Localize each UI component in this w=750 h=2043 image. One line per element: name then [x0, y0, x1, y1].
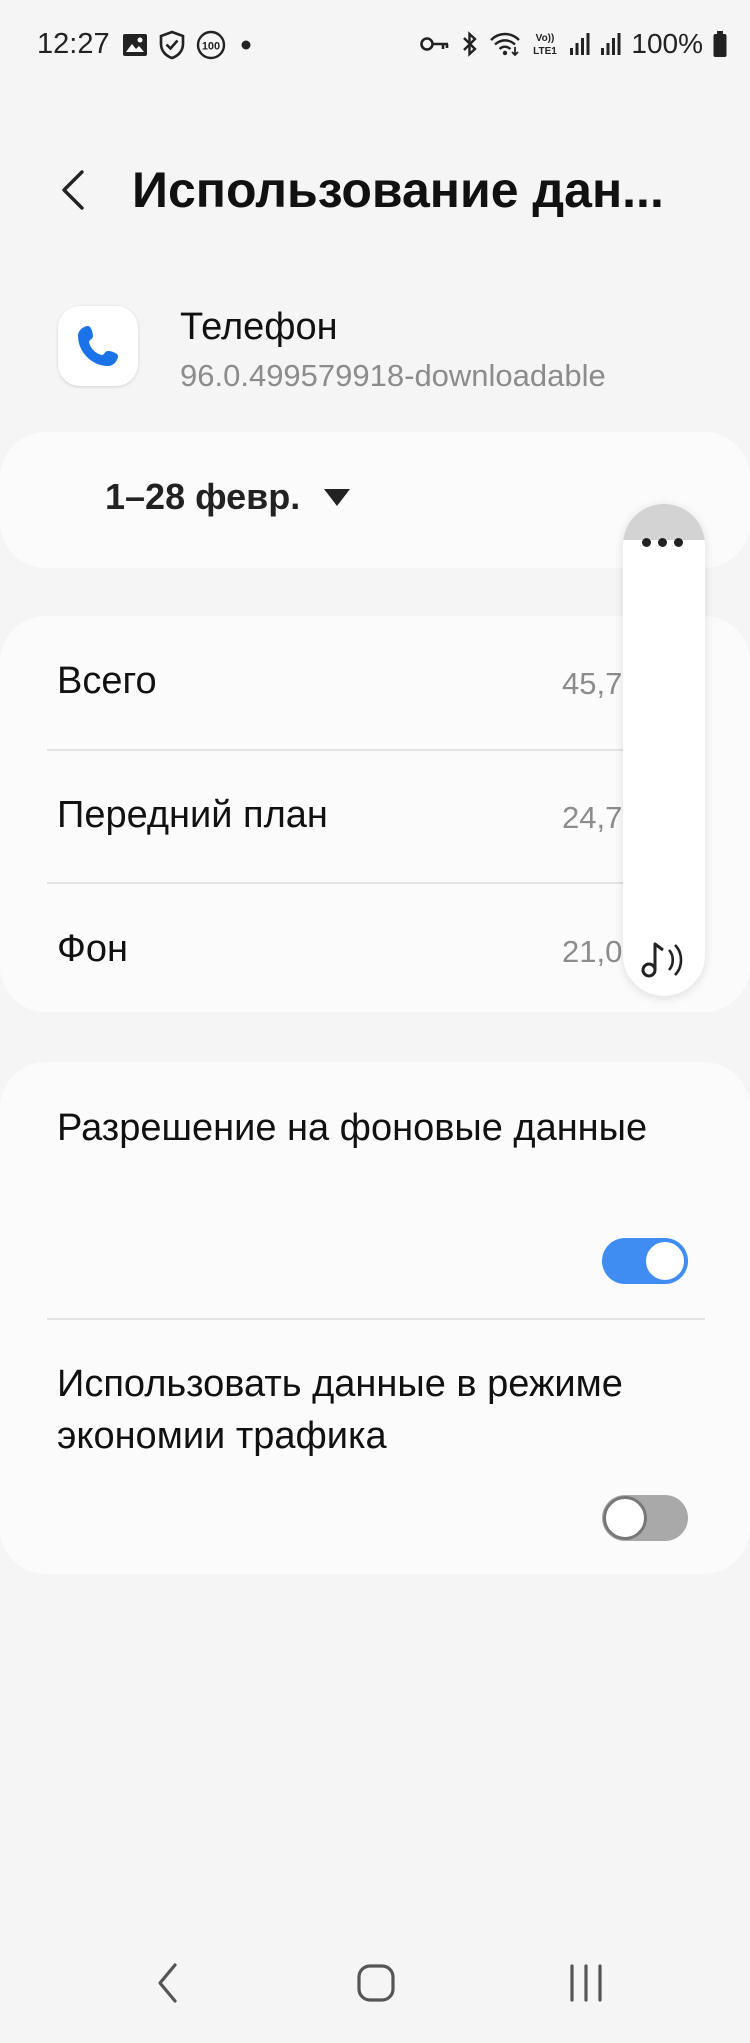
nav-back-icon[interactable] — [150, 1960, 186, 2006]
period-dropdown[interactable]: 1–28 февр. — [105, 476, 351, 518]
back-button[interactable] — [52, 160, 96, 220]
period-label: 1–28 февр. — [105, 476, 301, 517]
nav-recents-icon[interactable] — [566, 1960, 606, 2006]
data-saver-toggle[interactable] — [602, 1495, 688, 1541]
shield-check-icon — [159, 30, 185, 60]
edge-panel-handle[interactable] — [623, 504, 705, 540]
nav-home-icon[interactable] — [356, 1960, 396, 2006]
battery-percent: 100% — [631, 28, 703, 59]
phone-icon — [78, 326, 118, 366]
signal-icon — [570, 33, 590, 55]
app-info: Телефон 96.0.499579918-downloadable — [58, 306, 718, 393]
bluetooth-icon — [463, 31, 478, 57]
volte-text-bottom: LTE1 — [534, 46, 558, 57]
usage-value: 21,0 — [562, 934, 623, 969]
usage-value: 45,7 — [562, 666, 623, 701]
settings-card: Разрешение на фоновые данные Использоват… — [0, 1062, 750, 1574]
volte-icon: Vo)) LTE1 — [534, 33, 558, 57]
status-left-icons: 100 — [122, 30, 256, 60]
background-data-toggle[interactable] — [602, 1238, 688, 1284]
app-name: Телефон — [180, 306, 338, 348]
chevron-left-icon — [62, 170, 84, 210]
media-output-icon[interactable] — [639, 932, 691, 984]
app-version: 96.0.499579918-downloadable — [180, 358, 606, 393]
data-saver-label: Использовать данные в режиме экономии тр… — [57, 1363, 623, 1457]
key-icon — [420, 37, 449, 51]
more-icon[interactable] — [642, 538, 683, 547]
battery-icon — [713, 31, 727, 57]
usage-label: Всего — [57, 660, 157, 702]
status-time: 12:27 — [37, 28, 110, 60]
dropdown-arrow-icon — [324, 488, 351, 506]
usage-label: Фон — [57, 928, 129, 970]
screen: 12:27 100 Vo)) LTE1 100% Использование д… — [0, 0, 750, 2043]
volte-text-top: Vo)) — [536, 33, 555, 44]
toggle-knob — [643, 1239, 687, 1283]
badge-100-text: 100 — [202, 41, 220, 53]
usage-label: Передний план — [57, 794, 328, 836]
status-bar: 12:27 100 Vo)) LTE1 100% — [0, 0, 750, 90]
background-data-label: Разрешение на фоновые данные — [57, 1107, 648, 1149]
toggle-knob — [603, 1496, 647, 1540]
navigation-bar — [0, 1940, 750, 2030]
page-title: Использование дан... — [132, 162, 664, 218]
dot-icon — [241, 40, 251, 50]
divider — [47, 1318, 705, 1320]
usage-value: 24,7 — [562, 800, 623, 835]
badge-100-icon: 100 — [196, 30, 226, 60]
app-icon — [58, 306, 138, 386]
wifi-icon — [490, 32, 521, 57]
edge-panel[interactable] — [623, 504, 705, 996]
signal-icon — [601, 33, 621, 55]
image-icon — [123, 34, 147, 56]
header: Использование дан... — [0, 150, 750, 230]
status-right-icons: Vo)) LTE1 100% — [419, 28, 728, 60]
